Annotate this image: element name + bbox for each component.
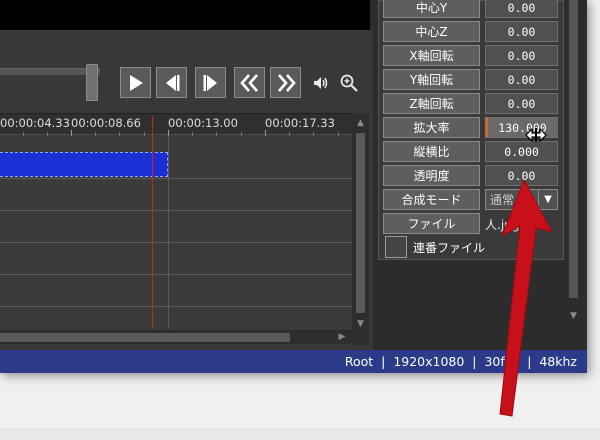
blend-mode-label[interactable]: 合成モード <box>383 189 480 210</box>
prop-value-aspect-ratio[interactable]: 0.000 <box>485 141 558 162</box>
video-preview <box>0 0 370 30</box>
prop-label-scale[interactable]: 拡大率 <box>383 117 480 138</box>
prop-label-z-rotation[interactable]: Z軸回転 <box>383 93 480 114</box>
horizontal-scroll-thumb[interactable] <box>0 333 290 342</box>
red-arrow <box>499 180 553 417</box>
sequence-file-checkbox[interactable] <box>385 236 407 258</box>
status-root: Root <box>344 354 374 369</box>
prop-value-scale[interactable]: 130.000 <box>485 117 558 138</box>
tick-label: 00:00:08.66 <box>71 116 141 130</box>
prop-label-x-rotation[interactable]: X軸回転 <box>383 45 480 66</box>
volume-icon[interactable] <box>311 72 331 94</box>
play-button[interactable] <box>120 67 151 98</box>
rewind-button[interactable] <box>234 67 265 98</box>
prop-value-y-rotation[interactable]: 0.00 <box>485 69 558 90</box>
play-icon <box>129 74 143 91</box>
desktop-strip <box>0 428 600 440</box>
track-divider <box>0 210 352 211</box>
zoom-icon[interactable] <box>339 72 359 94</box>
vertical-scroll-thumb[interactable] <box>356 133 365 313</box>
track-divider <box>0 242 352 243</box>
tick-label: 00:00:17.33 <box>265 116 335 130</box>
prop-value-z-rotation[interactable]: 0.00 <box>485 93 558 114</box>
prop-value-center-y[interactable]: 0.00 <box>485 0 558 18</box>
track-divider <box>0 274 352 275</box>
prop-label-opacity[interactable]: 透明度 <box>383 165 480 186</box>
prop-label-center-y[interactable]: 中心Y <box>383 0 480 18</box>
prop-label-center-z[interactable]: 中心Z <box>383 21 480 42</box>
step-back-button[interactable] <box>156 67 187 98</box>
scroll-up-arrow-icon[interactable]: ▲ <box>354 117 367 129</box>
step-back-icon <box>165 74 179 91</box>
playhead-line[interactable] <box>152 116 153 329</box>
step-forward-button[interactable] <box>195 67 226 98</box>
scroll-down-arrow-icon[interactable]: ▼ <box>567 310 580 322</box>
prop-value-center-z[interactable]: 0.00 <box>485 21 558 42</box>
status-resolution: 1920x1080 <box>393 354 465 369</box>
sequence-file-label: 連番ファイル <box>413 240 486 255</box>
fast-forward-icon <box>277 73 296 92</box>
scroll-right-arrow-icon[interactable]: ▶ <box>336 331 348 343</box>
prop-label-aspect-ratio[interactable]: 縦横比 <box>383 141 480 162</box>
tick-label: 00:00:13.00 <box>168 116 238 130</box>
clip-end-line <box>168 136 169 329</box>
track-divider <box>0 178 352 179</box>
tick-label: 00:00:04.33 <box>0 116 70 130</box>
panel-scroll-thumb[interactable] <box>569 0 578 298</box>
step-forward-icon <box>203 74 217 91</box>
prop-label-y-rotation[interactable]: Y軸回転 <box>383 69 480 90</box>
fast-forward-button[interactable] <box>270 67 301 98</box>
seek-track[interactable] <box>0 68 100 75</box>
resize-cursor-icon <box>525 127 547 143</box>
timeline-clip[interactable] <box>0 152 168 177</box>
rewind-icon <box>239 73 258 92</box>
seek-thumb[interactable] <box>86 64 98 101</box>
track-divider <box>0 306 352 307</box>
file-button[interactable]: ファイル <box>383 213 480 234</box>
scroll-down-arrow-icon[interactable]: ▼ <box>354 318 367 330</box>
prop-value-x-rotation[interactable]: 0.00 <box>485 45 558 66</box>
